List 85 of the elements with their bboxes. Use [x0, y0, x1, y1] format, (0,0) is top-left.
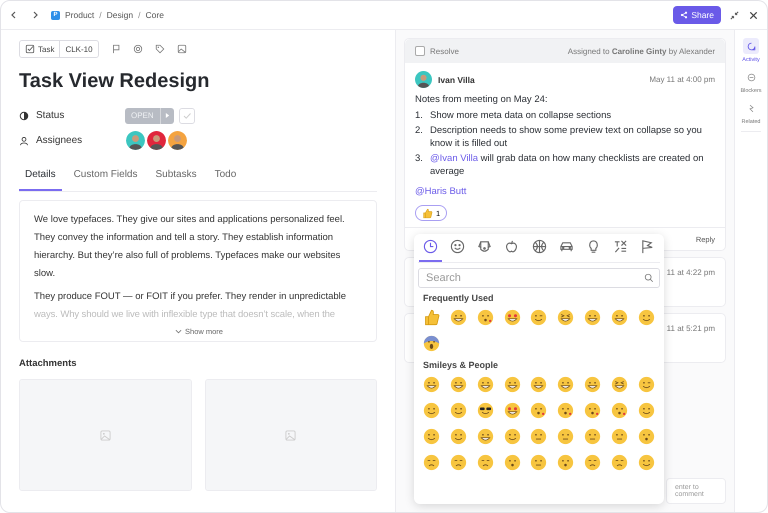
emoji-face-icon[interactable]: [530, 376, 548, 393]
task-title: Task View Redesign: [19, 70, 210, 93]
comment-author: Ivan Villa: [438, 74, 476, 84]
emoji-face-icon[interactable]: [557, 376, 574, 393]
task-type-chip[interactable]: Task CLK-10: [19, 40, 99, 58]
assignment-note: Assigned to Caroline Ginty by Alexander: [568, 46, 715, 56]
mention-link[interactable]: @Ivan Villa: [430, 153, 478, 164]
target-icon[interactable]: [132, 44, 143, 54]
chevron-down-icon: [175, 328, 182, 335]
emoji-face-icon[interactable]: [557, 402, 574, 419]
tab[interactable]: Custom Fields: [68, 163, 144, 191]
breadcrumb-separator: /: [99, 10, 102, 20]
emoji-face-icon[interactable]: [611, 402, 628, 419]
emoji-face-icon[interactable]: [504, 376, 521, 393]
collapse-icon[interactable]: [729, 10, 740, 20]
section-heading: Frequently Used: [423, 293, 495, 303]
breadcrumb-link[interactable]: Design: [106, 10, 134, 20]
emoji-face-icon[interactable]: [476, 428, 494, 445]
field-label: Assignees: [36, 135, 82, 146]
image-icon[interactable]: [176, 44, 187, 54]
emoji-face-icon[interactable]: [476, 309, 494, 326]
image-icon: [100, 430, 111, 440]
emoji-face-icon[interactable]: [557, 454, 574, 471]
list-number: 2.: [415, 124, 424, 138]
list-item-text: Show more meta data on collapse sections: [430, 109, 612, 122]
emoji-face-icon[interactable]: [557, 309, 574, 326]
resolve-label: Resolve: [430, 46, 459, 56]
list-number: 1.: [415, 109, 424, 122]
tag-icon[interactable]: [154, 44, 165, 54]
emoji-face-icon[interactable]: [450, 376, 467, 393]
thumbs-up-icon[interactable]: [422, 309, 440, 326]
list-number: 3.: [415, 152, 424, 166]
complete-checkbox[interactable]: [178, 108, 195, 124]
flag-icon[interactable]: [110, 44, 121, 54]
emoji-face-icon[interactable]: [611, 376, 628, 393]
check-icon: [182, 110, 192, 120]
tab[interactable]: Details: [19, 163, 62, 191]
share-icon: [680, 11, 688, 19]
emoji-face-icon[interactable]: [504, 454, 521, 471]
emoji-face-icon[interactable]: [584, 402, 602, 419]
emoji-face-icon[interactable]: [422, 335, 440, 352]
breadcrumb-link[interactable]: Core: [146, 10, 164, 20]
breadcrumb-separator: /: [138, 10, 141, 20]
comment-time: May 11 at 4:00 pm: [649, 75, 715, 84]
mention-link[interactable]: @Haris Butt: [415, 186, 466, 197]
share-button[interactable]: Share: [673, 6, 721, 24]
field-label: Status: [36, 110, 64, 121]
emoji-face-icon[interactable]: [530, 402, 548, 419]
avatar[interactable]: [146, 130, 167, 151]
emoji-face-icon[interactable]: [638, 428, 656, 445]
avatar: [415, 71, 432, 88]
tab[interactable]: Subtasks: [149, 163, 203, 191]
caret-icon: [164, 113, 170, 118]
avatar[interactable]: [125, 130, 146, 151]
emoji-face-icon[interactable]: [476, 376, 494, 393]
description-paragraph: They produce FOUT — or FOIT if you prefer. They render in unpredictable: [34, 290, 348, 304]
image-icon: [285, 430, 296, 440]
breadcrumb-link[interactable]: Product: [65, 10, 94, 20]
tab[interactable]: Todo: [208, 163, 242, 191]
comment-intro: Notes from meeting on May 24:: [415, 94, 549, 105]
status-icon: [19, 110, 29, 120]
emoji-face-icon[interactable]: [584, 309, 602, 326]
section-heading: Smileys & People: [423, 360, 500, 370]
comment-time: 11 at 5:21 pm: [666, 324, 715, 333]
activity-icon: [743, 38, 759, 54]
emoji-face-icon[interactable]: [584, 376, 602, 393]
emoji-face-icon[interactable]: [504, 402, 521, 419]
person-icon: [19, 136, 29, 146]
emoji-face-icon[interactable]: [611, 309, 628, 326]
checkbox-icon: [25, 44, 35, 54]
search-icon: [644, 273, 654, 283]
description-paragraph: We love typefaces. They give our sites and applications personalized feel. They convey the information and tell a story. They establish information hierarchy. But they’re also full of problems. Typefaces make our websites slow.: [34, 213, 346, 281]
attachments-heading: Attachments: [19, 358, 78, 369]
emoji-face-icon[interactable]: [450, 309, 467, 326]
resolve-checkbox[interactable]: [415, 46, 425, 56]
comment-time: 11 at 4:22 pm: [666, 268, 715, 277]
avatar[interactable]: [167, 130, 188, 151]
thumbs-up-icon: [422, 208, 433, 218]
search-field[interactable]: Search: [418, 268, 660, 288]
emoji-face-icon[interactable]: [476, 402, 494, 419]
emoji-face-icon[interactable]: [504, 309, 521, 326]
close-icon[interactable]: [748, 10, 759, 20]
list-item-text: @Ivan Villa will grab data on how many checklists are created on average: [430, 152, 705, 178]
emoji-face-icon[interactable]: [422, 376, 440, 393]
description-preview-line: ways. Why should we live with inflexible type that doesn’t scale, when the: [34, 308, 336, 322]
